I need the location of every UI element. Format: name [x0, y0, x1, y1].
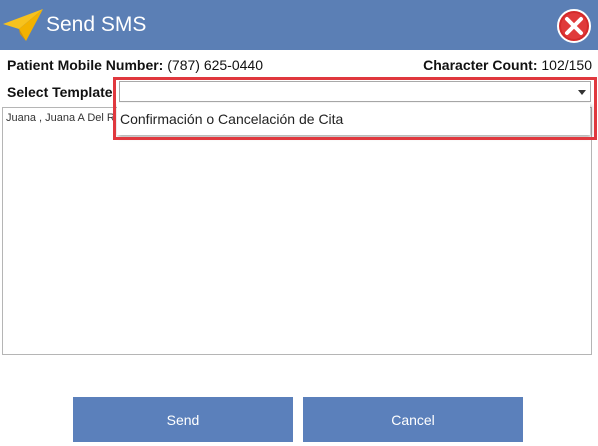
- close-x-icon[interactable]: [556, 8, 592, 44]
- window-title: Send SMS: [46, 13, 147, 36]
- patient-mobile-number: Patient Mobile Number: (787) 625-0440: [7, 56, 263, 74]
- message-text: Juana , Juana A Del R: [6, 112, 115, 124]
- send-button[interactable]: Send: [73, 397, 293, 442]
- mobile-value: (787) 625-0440: [167, 57, 263, 73]
- character-count: Character Count: 102/150: [423, 56, 592, 74]
- title-bar: Send SMS: [0, 0, 598, 50]
- message-textarea[interactable]: Juana , Juana A Del R: [2, 107, 592, 355]
- highlight-box: [113, 77, 597, 140]
- paper-plane-icon: [3, 9, 43, 41]
- mobile-label: Patient Mobile Number:: [7, 57, 164, 73]
- cancel-button[interactable]: Cancel: [303, 397, 523, 442]
- count-label: Character Count:: [423, 57, 538, 73]
- count-value: 102/150: [541, 57, 592, 73]
- template-label: Select Template:: [7, 84, 118, 100]
